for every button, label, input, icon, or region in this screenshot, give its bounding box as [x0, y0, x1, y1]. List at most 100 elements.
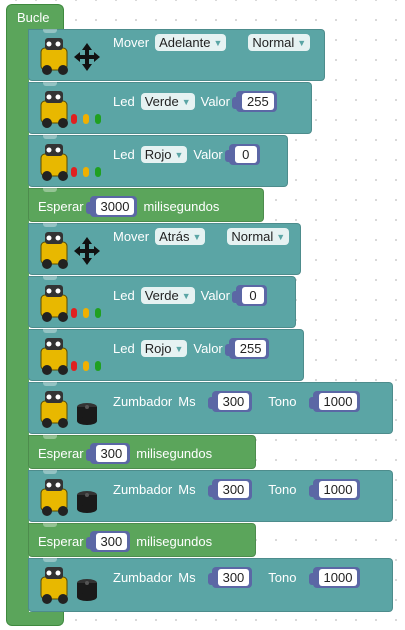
number-socket: 300	[85, 531, 131, 552]
led-color-dropdown[interactable]: Verde ▼	[140, 287, 195, 304]
direction-dropdown[interactable]: Atrás ▼	[155, 228, 206, 245]
number-socket: 300	[207, 479, 253, 500]
ms-label: Ms	[178, 482, 196, 497]
led-block[interactable]: Led Rojo ▼ Valor 255	[28, 329, 304, 381]
led-label: Led	[113, 147, 135, 162]
wait-label: Esperar	[38, 534, 84, 549]
number-socket: 255	[224, 338, 270, 359]
wait-duration-input[interactable]: 3000	[95, 198, 135, 215]
led-color-value: Verde	[144, 288, 179, 303]
block-notch	[43, 435, 57, 439]
value-label: Valor	[200, 288, 230, 303]
value-label: Valor	[200, 94, 230, 109]
number-socket: 300	[207, 391, 253, 412]
led-block[interactable]: Led Verde ▼ Valor 0	[28, 276, 296, 328]
block-notch	[43, 29, 57, 33]
move-label: Mover	[113, 35, 150, 50]
led-color-dropdown[interactable]: Rojo ▼	[140, 340, 188, 357]
block-notch	[43, 382, 57, 386]
block-notch	[43, 135, 57, 139]
speed-dropdown[interactable]: Normal ▼	[248, 34, 311, 51]
buzzer-block[interactable]: Zumbador Ms 300 Tono 1000	[28, 558, 393, 612]
wait-block[interactable]: Esperar 3000 milisegundos	[28, 188, 264, 222]
led-color-value: Rojo	[144, 341, 172, 356]
chevron-down-icon: ▼	[297, 37, 307, 48]
traffic-led-icon	[69, 305, 105, 324]
tone-label: Tono	[268, 482, 297, 497]
loop-block-footer[interactable]	[6, 612, 64, 626]
buzzer-icon	[75, 489, 99, 518]
move-block[interactable]: Mover Atrás ▼ Normal ▼	[28, 223, 301, 275]
buzzer-tone-input[interactable]: 1000	[318, 481, 358, 498]
number-socket: 0	[232, 285, 267, 306]
number-socket: 255	[232, 91, 277, 112]
ms-label: Ms	[178, 570, 196, 585]
buzzer-ms-input[interactable]: 300	[217, 393, 250, 410]
move-block[interactable]: Mover Adelante ▼ Normal ▼	[28, 29, 325, 81]
buzzer-block[interactable]: Zumbador Ms 300 Tono 1000	[28, 382, 393, 434]
traffic-led-icon	[69, 164, 105, 183]
led-label: Led	[113, 94, 135, 109]
speed-value: Normal	[252, 35, 295, 50]
led-color-value: Rojo	[144, 147, 172, 162]
led-color-dropdown[interactable]: Verde ▼	[140, 93, 195, 110]
led-color-value: Verde	[144, 94, 179, 109]
block-notch	[43, 276, 57, 280]
value-label: Valor	[193, 341, 223, 356]
led-color-dropdown[interactable]: Rojo ▼	[140, 146, 188, 163]
number-socket: 300	[207, 567, 253, 588]
led-label: Led	[113, 288, 135, 303]
wait-block[interactable]: Esperar 300 milisegundos	[28, 523, 256, 557]
wait-duration-input[interactable]: 300	[95, 445, 128, 462]
value-label: Valor	[193, 147, 223, 162]
wait-block[interactable]: Esperar 300 milisegundos	[28, 435, 256, 469]
led-block[interactable]: Led Verde ▼ Valor 255	[28, 82, 312, 134]
wait-duration-input[interactable]: 300	[95, 533, 128, 550]
led-value-input[interactable]: 255	[242, 93, 274, 110]
speed-value: Normal	[231, 229, 274, 244]
direction-dropdown[interactable]: Adelante ▼	[155, 34, 227, 51]
move-label: Mover	[113, 229, 150, 244]
number-socket: 3000	[85, 196, 138, 217]
speed-dropdown[interactable]: Normal ▼	[227, 228, 290, 245]
block-notch	[43, 223, 57, 227]
led-value-input[interactable]: 255	[234, 340, 267, 357]
chevron-down-icon: ▼	[213, 37, 223, 48]
block-notch	[43, 329, 57, 333]
traffic-led-icon	[69, 358, 105, 377]
ms-label: Ms	[178, 394, 196, 409]
buzzer-icon	[75, 577, 99, 606]
number-socket: 1000	[308, 391, 361, 412]
led-label: Led	[113, 341, 135, 356]
tone-label: Tono	[268, 394, 297, 409]
chevron-down-icon: ▼	[174, 343, 184, 354]
buzzer-tone-input[interactable]: 1000	[318, 569, 358, 586]
chevron-down-icon: ▼	[276, 231, 286, 242]
unit-label: milisegundos	[136, 446, 213, 461]
move-arrows-icon	[73, 236, 101, 269]
loop-block-body[interactable]	[6, 28, 29, 616]
led-value-input[interactable]: 0	[234, 146, 257, 163]
number-socket: 1000	[308, 479, 361, 500]
led-block[interactable]: Led Rojo ▼ Valor 0	[28, 135, 288, 187]
traffic-led-icon	[69, 111, 105, 130]
chevron-down-icon: ▼	[181, 96, 191, 107]
block-notch	[43, 523, 57, 527]
loop-block-header[interactable]: Bucle	[6, 4, 64, 30]
buzzer-block[interactable]: Zumbador Ms 300 Tono 1000	[28, 470, 393, 522]
block-notch	[43, 188, 57, 192]
buzzer-ms-input[interactable]: 300	[217, 481, 250, 498]
chevron-down-icon: ▼	[174, 149, 184, 160]
direction-value: Atrás	[159, 229, 190, 244]
block-notch	[43, 558, 57, 562]
buzzer-ms-input[interactable]: 300	[217, 569, 250, 586]
wait-label: Esperar	[38, 446, 84, 461]
buzzer-tone-input[interactable]: 1000	[318, 393, 358, 410]
number-socket: 300	[85, 443, 131, 464]
unit-label: milisegundos	[136, 534, 213, 549]
chevron-down-icon: ▼	[192, 231, 202, 242]
wait-label: Esperar	[38, 199, 84, 214]
direction-value: Adelante	[159, 35, 211, 50]
led-value-input[interactable]: 0	[242, 287, 264, 304]
block-notch	[43, 82, 57, 86]
